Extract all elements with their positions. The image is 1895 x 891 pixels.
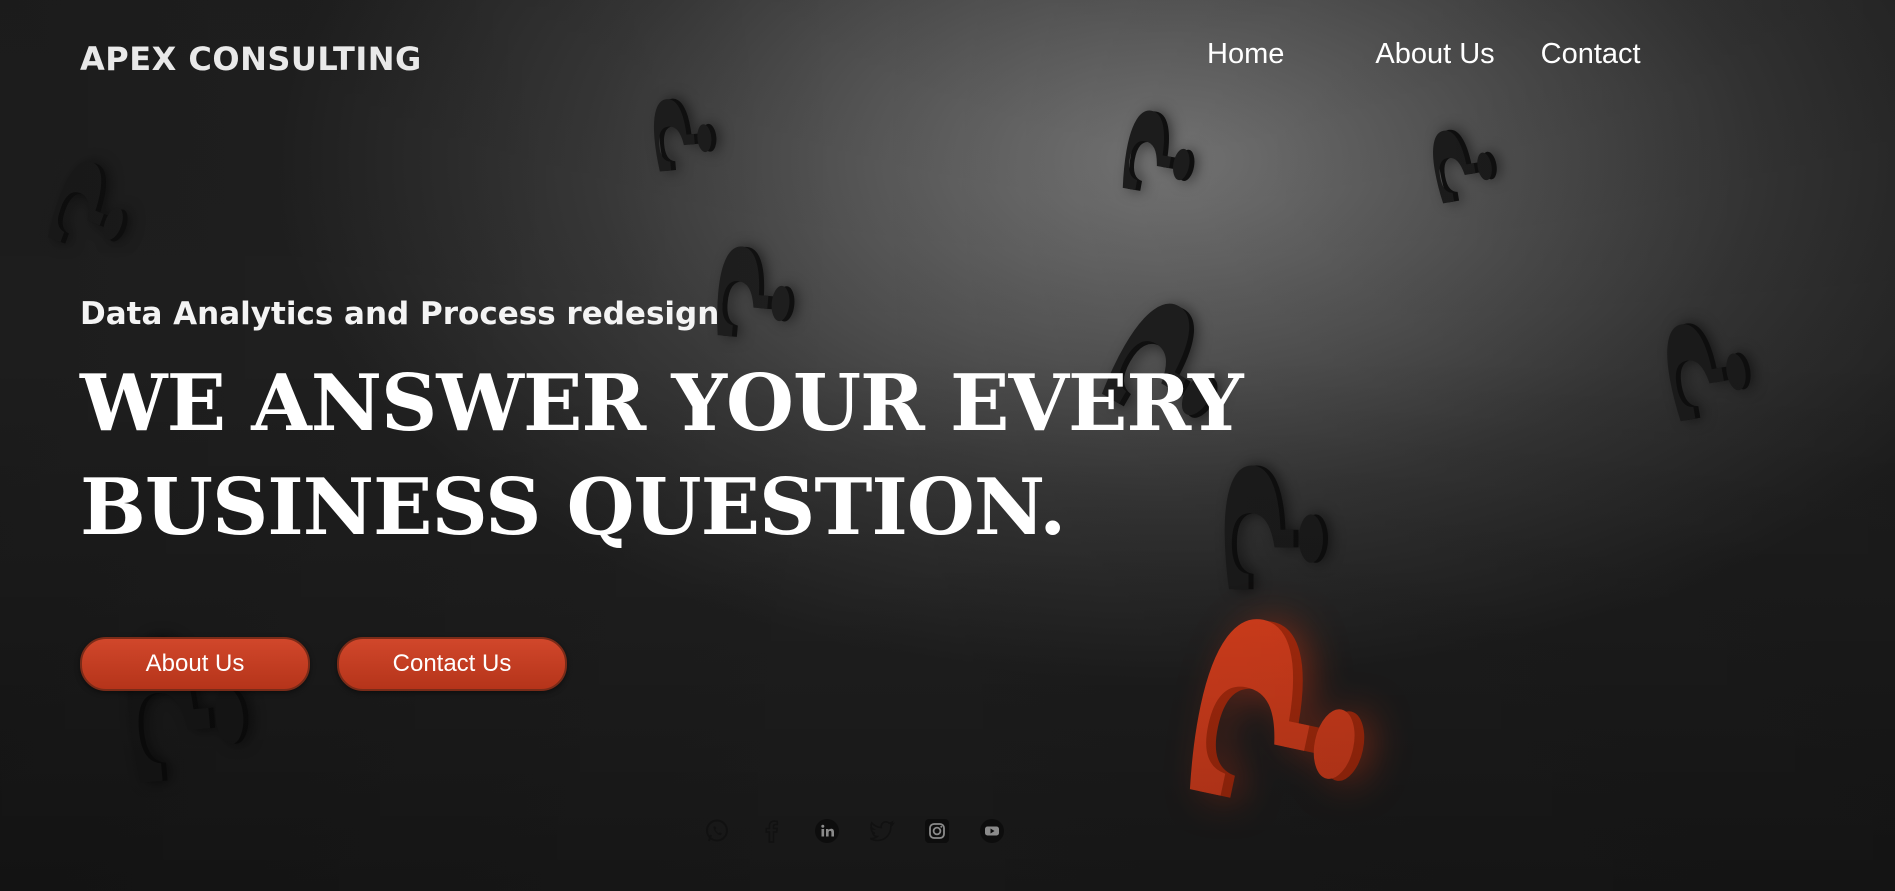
question-mark-decoration: ? [636,87,732,183]
instagram-icon[interactable] [922,816,952,846]
question-mark-decoration: ? [1101,97,1218,213]
linkedin-icon[interactable] [812,816,842,846]
social-links [702,816,1007,846]
hero-subtitle: Data Analytics and Process redesign [80,296,720,332]
about-us-button[interactable]: About Us [80,637,310,691]
question-mark-decoration: ? [695,234,816,356]
brand-logo[interactable]: APEX CONSULTING [80,40,422,78]
nav-about-us[interactable]: About Us [1375,38,1494,71]
twitter-icon[interactable] [867,816,897,846]
main-nav: Home About Us Contact [1190,38,1641,71]
hero-headline: WE ANSWER YOUR EVERY BUSINESS QUESTION. [80,352,1244,560]
question-mark-decoration: ? [1640,302,1777,438]
nav-contact[interactable]: Contact [1541,38,1641,71]
question-mark-decoration: ? [24,142,161,278]
question-mark-decoration: ? [1412,114,1515,216]
headline-line-2: BUSINESS QUESTION. [80,462,1066,553]
nav-home[interactable]: Home [1207,38,1284,71]
contact-us-button[interactable]: Contact Us [337,637,567,691]
red-question-mark-decoration: ? [1137,585,1425,855]
headline-line-1: WE ANSWER YOUR EVERY [80,358,1244,449]
youtube-icon[interactable] [977,816,1007,846]
whatsapp-icon[interactable] [702,816,732,846]
facebook-icon[interactable] [757,816,787,846]
